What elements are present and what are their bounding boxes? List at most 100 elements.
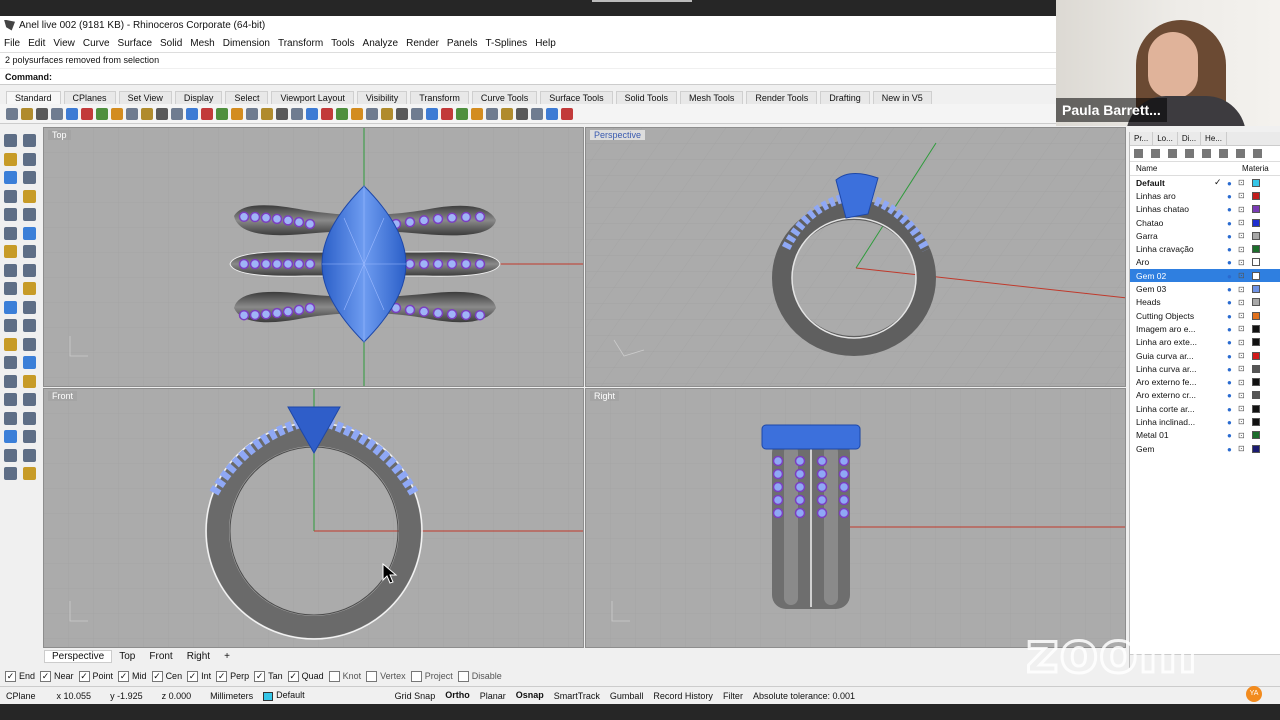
menu-item-mesh[interactable]: Mesh — [190, 38, 214, 49]
left-tool-icon[interactable] — [23, 430, 36, 443]
menu-item-edit[interactable]: Edit — [28, 38, 45, 49]
toolbar-button-icon[interactable] — [531, 107, 543, 120]
lock-icon[interactable]: ⊡ — [1238, 298, 1248, 307]
new-sublayer-icon[interactable] — [1151, 149, 1160, 158]
toolbar-button-icon[interactable] — [411, 107, 423, 120]
toolbar-button-icon[interactable] — [441, 107, 453, 120]
layer-name[interactable]: Gem — [1130, 444, 1214, 454]
osnap-checkbox[interactable]: ✓ — [287, 670, 299, 682]
osnap-project[interactable]: Project — [410, 670, 453, 682]
layer-row[interactable]: Gem 02 ● ⊡ — [1130, 269, 1280, 283]
layer-color-swatch[interactable] — [1252, 391, 1260, 400]
left-tool-icon[interactable] — [23, 208, 36, 221]
layer-name[interactable]: Linha corte ar... — [1130, 404, 1214, 414]
left-tool-icon[interactable] — [23, 300, 36, 314]
left-tool-icon[interactable] — [4, 319, 17, 332]
left-tool-icon[interactable] — [4, 448, 17, 462]
layer-name[interactable]: Default — [1130, 178, 1214, 188]
toolbar-button-icon[interactable] — [141, 107, 153, 120]
grid-snap-toggle[interactable]: Grid Snap — [310, 691, 441, 701]
layer-name[interactable]: Aro externo fe... — [1130, 377, 1214, 387]
toolbar-button-icon[interactable] — [306, 107, 318, 120]
left-tool-icon[interactable] — [4, 356, 17, 369]
tab-solid-tools[interactable]: Solid Tools — [615, 91, 677, 104]
toolbar-button-icon[interactable] — [486, 107, 498, 120]
osnap-knot[interactable]: Knot — [328, 670, 361, 682]
left-tool-icon[interactable] — [23, 393, 36, 406]
menu-item-render[interactable]: Render — [406, 38, 439, 49]
left-tool-icon[interactable] — [4, 134, 17, 147]
layer-row[interactable]: Linhas aro ● ⊡ — [1130, 189, 1280, 202]
layer-name[interactable]: Linha aro exte... — [1130, 337, 1214, 347]
tab-cplanes[interactable]: CPlanes — [63, 91, 116, 104]
left-tool-icon[interactable] — [4, 374, 17, 388]
left-tool-icon[interactable] — [23, 319, 36, 332]
layer-color-swatch[interactable] — [1252, 338, 1260, 347]
osnap-tan[interactable]: ✓ Tan — [254, 670, 283, 682]
column-name[interactable]: Name — [1130, 162, 1242, 175]
command-prompt[interactable]: Command: — [0, 69, 1056, 85]
osnap-checkbox[interactable] — [328, 670, 340, 682]
lock-icon[interactable]: ⊡ — [1238, 205, 1248, 214]
toolbar-button-icon[interactable] — [336, 107, 348, 120]
left-tool-icon[interactable] — [23, 245, 36, 258]
filter-icon[interactable] — [1236, 149, 1245, 158]
viewport-front[interactable]: Front — [43, 388, 584, 648]
left-tool-icon[interactable] — [4, 208, 17, 221]
layer-color-swatch[interactable] — [1252, 324, 1260, 333]
lock-icon[interactable]: ⊡ — [1238, 218, 1248, 227]
layer-name[interactable]: Metal 01 — [1130, 430, 1214, 440]
tab-new-in-v5[interactable]: New in V5 — [872, 91, 932, 104]
panel-tab[interactable]: Pr... — [1130, 132, 1154, 145]
lock-icon[interactable]: ⊡ — [1238, 364, 1248, 373]
tab-select[interactable]: Select — [225, 91, 269, 104]
viewport-perspective[interactable]: Perspective — [585, 127, 1126, 387]
toolbar-button-icon[interactable] — [561, 107, 573, 120]
layer-row[interactable]: Aro externo cr... ● ⊡ — [1130, 389, 1280, 402]
osnap-checkbox[interactable]: ✓ — [254, 670, 266, 682]
osnap-checkbox[interactable]: ✓ — [187, 670, 199, 682]
visibility-bulb-icon[interactable]: ● — [1227, 272, 1237, 281]
toolbar-button-icon[interactable] — [231, 107, 243, 120]
layer-color-swatch[interactable] — [1252, 378, 1260, 387]
toolbar-button-icon[interactable] — [501, 107, 513, 120]
visibility-bulb-icon[interactable]: ● — [1227, 365, 1237, 374]
lock-icon[interactable]: ⊡ — [1238, 271, 1248, 280]
toolbar-button-icon[interactable] — [381, 107, 393, 120]
layer-name[interactable]: Gem 03 — [1130, 284, 1214, 294]
visibility-bulb-icon[interactable]: ● — [1227, 378, 1237, 387]
lock-icon[interactable]: ⊡ — [1238, 338, 1248, 347]
visibility-bulb-icon[interactable]: ● — [1227, 418, 1237, 427]
osnap-quad[interactable]: ✓ Quad — [287, 670, 324, 682]
lock-icon[interactable]: ⊡ — [1238, 231, 1248, 240]
osnap-toggle[interactable]: Osnap — [511, 690, 549, 700]
lock-icon[interactable]: ⊡ — [1238, 245, 1248, 254]
layer-color-swatch[interactable] — [1252, 298, 1260, 307]
layer-row[interactable]: Gem ● ⊡ — [1130, 442, 1280, 455]
tab-curve-tools[interactable]: Curve Tools — [471, 91, 538, 104]
layer-name[interactable]: Linhas chatao — [1130, 204, 1214, 214]
visibility-bulb-icon[interactable]: ● — [1227, 405, 1237, 414]
tab-render-tools[interactable]: Render Tools — [746, 91, 818, 104]
toolbar-button-icon[interactable] — [156, 107, 168, 120]
viewport-top[interactable]: Top — [43, 127, 584, 387]
toolbar-button-icon[interactable] — [516, 107, 528, 120]
layer-color-swatch[interactable] — [1252, 231, 1260, 240]
left-tool-icon[interactable] — [23, 337, 36, 351]
move-out-icon[interactable] — [1219, 149, 1228, 158]
visibility-bulb-icon[interactable]: ● — [1227, 258, 1237, 267]
toolbar-button-icon[interactable] — [276, 107, 288, 120]
viewport-label-right[interactable]: Right — [590, 391, 620, 401]
lock-icon[interactable]: ⊡ — [1238, 417, 1248, 426]
left-tool-icon[interactable] — [4, 152, 17, 166]
layer-name[interactable]: Linhas aro — [1130, 191, 1214, 201]
layer-row[interactable]: Metal 01 ● ⊡ — [1130, 429, 1280, 442]
menu-item-solid[interactable]: Solid — [160, 38, 182, 49]
toolbar-button-icon[interactable] — [366, 107, 378, 120]
toolbar-button-icon[interactable] — [36, 107, 48, 120]
record-history-toggle[interactable]: Record History — [648, 691, 718, 701]
layer-color-swatch[interactable] — [1252, 218, 1260, 227]
layer-color-swatch[interactable] — [1252, 191, 1260, 200]
osnap-checkbox[interactable]: ✓ — [118, 670, 130, 682]
column-material[interactable]: Materia — [1242, 162, 1269, 175]
